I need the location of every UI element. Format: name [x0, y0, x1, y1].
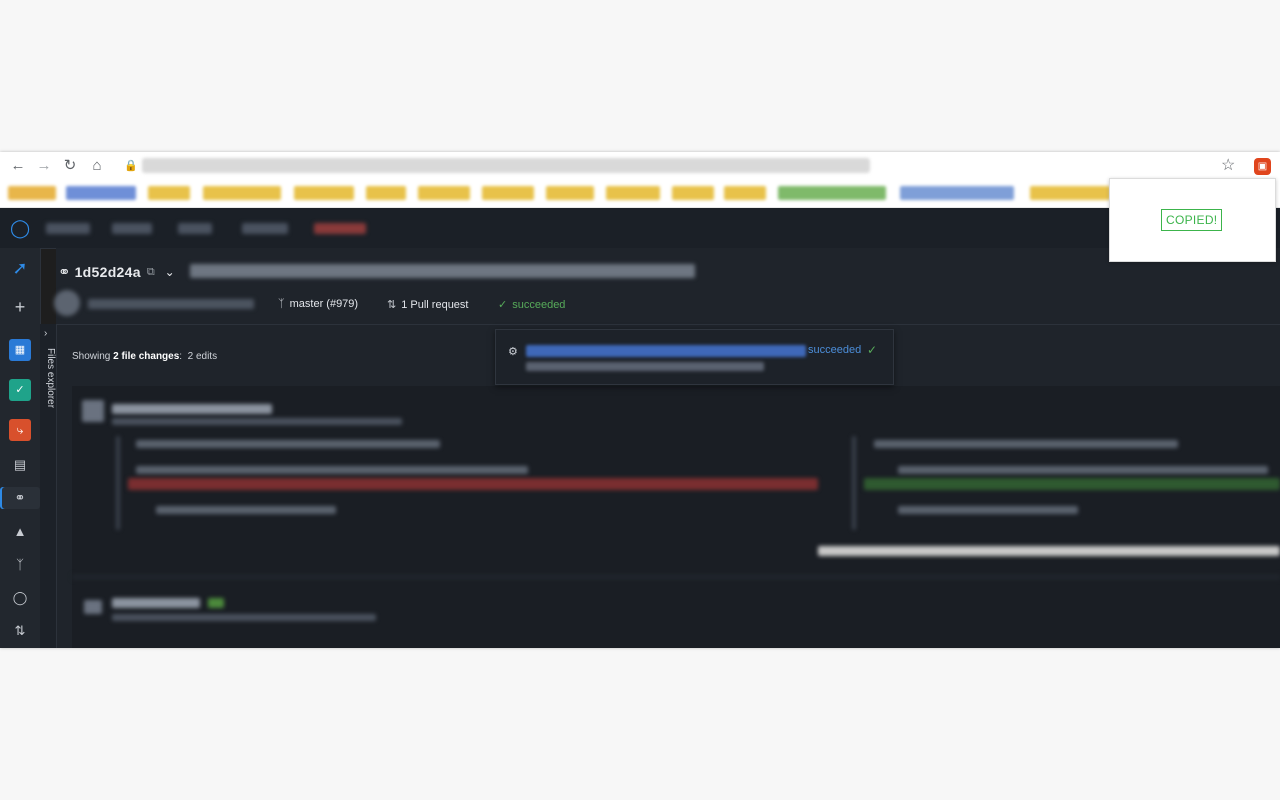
bookmark-item[interactable] — [482, 186, 534, 200]
diff-line-added — [864, 478, 1280, 490]
branches-icon[interactable]: ᛉ — [9, 554, 31, 576]
chevron-down-icon[interactable]: ⌄ — [165, 265, 175, 279]
showing-suffix: : — [179, 351, 183, 362]
file-path — [112, 418, 402, 425]
horizontal-scrollbar[interactable] — [818, 546, 1280, 556]
diff-line — [898, 466, 1268, 474]
file-icon — [84, 600, 102, 614]
diff-line — [898, 506, 1078, 514]
files-explorer-label[interactable]: Files explorer — [45, 348, 56, 408]
plus-icon[interactable]: + — [9, 296, 31, 318]
branch-label: master (#979) — [289, 298, 359, 310]
status-badge — [208, 598, 224, 608]
bookmark-item[interactable] — [900, 186, 1014, 200]
chevron-right-icon[interactable]: › — [44, 328, 47, 339]
pull-request-icon: ⇅ — [387, 299, 397, 311]
bookmarks-bar — [0, 180, 1280, 208]
line-gutter — [852, 436, 856, 530]
azure-devops-logo-icon[interactable]: ◯ — [10, 219, 30, 237]
pushes-icon[interactable]: ▲ — [9, 521, 31, 543]
file-changes-summary: Showing 2 file changes: 2 edits — [72, 351, 217, 362]
commit-title — [190, 264, 695, 278]
bookmark-item[interactable] — [546, 186, 594, 200]
breadcrumb-item[interactable] — [242, 223, 288, 234]
divider — [72, 574, 1280, 580]
diff-line-removed — [128, 478, 818, 490]
left-nav: ➚ + ▦ ✓ ⤷ ▤ ⚭ ▲ ᛉ ◯ ⇅ — [0, 248, 41, 648]
extension-icon[interactable]: ▣ — [1254, 158, 1271, 175]
build-status[interactable]: ✓ succeeded — [498, 298, 566, 312]
home-icon[interactable]: ⌂ — [88, 157, 106, 175]
copy-icon[interactable]: ⧉ — [147, 266, 155, 279]
pull-request-label: 1 Pull request — [401, 298, 469, 311]
breadcrumb-item[interactable] — [46, 223, 90, 234]
copied-message: COPIED! — [1161, 209, 1223, 231]
file-icon — [82, 400, 104, 422]
arrow-right-icon[interactable]: → — [35, 157, 53, 175]
pipeline-icon: ⚙ — [508, 346, 518, 358]
check-icon: ✓ — [867, 343, 878, 357]
address-bar[interactable] — [142, 158, 870, 173]
branch-icon: ᛉ — [278, 298, 285, 310]
divider — [56, 324, 1280, 325]
devops-header: ◯ — [0, 208, 1280, 249]
diff-viewer — [72, 386, 1280, 648]
bookmark-item[interactable] — [294, 186, 354, 200]
pipeline-status-label[interactable]: succeeded — [808, 344, 861, 356]
boards-icon[interactable]: ▦ — [9, 339, 31, 361]
star-icon[interactable]: ☆ — [1221, 157, 1235, 175]
diff-line — [136, 440, 440, 448]
bookmark-item[interactable] — [366, 186, 406, 200]
lock-icon: 🔒 — [124, 160, 138, 172]
bookmark-item[interactable] — [1030, 186, 1110, 200]
showing-prefix: Showing — [72, 351, 111, 362]
file-path — [112, 614, 376, 621]
pull-requests-icon[interactable]: ⇅ — [9, 620, 31, 642]
diff-line — [874, 440, 1178, 448]
bookmark-item[interactable] — [418, 186, 470, 200]
build-status-label: succeeded — [512, 298, 566, 311]
breadcrumb-item[interactable] — [112, 223, 152, 234]
bookmark-item[interactable] — [672, 186, 714, 200]
bookmark-item[interactable] — [606, 186, 660, 200]
file-changes-count: 2 file changes — [113, 351, 180, 362]
diff-line — [156, 506, 336, 514]
pipeline-details — [526, 362, 764, 371]
bookmark-item[interactable] — [724, 186, 766, 200]
diff-line — [136, 466, 528, 474]
bookmark-item[interactable] — [203, 186, 281, 200]
edits-count: 2 edits — [187, 351, 218, 362]
commit-header: ⚭ 1d52d24a ⧉ ⌄ — [58, 260, 175, 284]
arrow-left-icon[interactable]: ← — [9, 157, 27, 175]
branch-link[interactable]: ᛉ master (#979) — [278, 298, 358, 310]
files-icon[interactable]: ▤ — [9, 454, 31, 476]
project-icon[interactable]: ➚ — [9, 257, 31, 279]
tags-icon[interactable]: ◯ — [9, 587, 31, 609]
pull-request-link[interactable]: ⇅ 1 Pull request — [387, 298, 469, 312]
bookmark-item[interactable] — [778, 186, 886, 200]
test-plans-icon[interactable]: ✓ — [9, 379, 31, 401]
repos-icon[interactable]: ⤷ — [9, 419, 31, 441]
bookmark-item[interactable] — [148, 186, 190, 200]
commit-id: 1d52d24a — [74, 264, 141, 280]
breadcrumb-item[interactable] — [314, 223, 366, 234]
reload-icon[interactable]: ↻ — [61, 157, 79, 175]
line-gutter — [116, 436, 120, 530]
browser-toolbar: ← → ↻ ⌂ 🔒 ☆ ▣ — [0, 152, 1280, 181]
bookmark-item[interactable] — [66, 186, 136, 200]
breadcrumb-item[interactable] — [178, 223, 212, 234]
file-name[interactable] — [112, 598, 200, 608]
bookmark-item[interactable] — [8, 186, 56, 200]
pipeline-name-link[interactable] — [526, 345, 806, 357]
file-name[interactable] — [112, 404, 272, 414]
author-name — [88, 299, 254, 309]
pipeline-status-popup: ⚙ succeeded ✓ — [495, 329, 894, 385]
browser-window: ← → ↻ ⌂ 🔒 ☆ ▣ ◯ ➚ + ▦ ✓ ⤷ ▤ ⚭ ▲ ᛉ ◯ ⇅ ⚭ … — [0, 152, 1280, 648]
check-icon: ✓ — [498, 299, 508, 311]
commits-icon[interactable]: ⚭ — [0, 487, 40, 509]
avatar — [54, 290, 80, 316]
commit-icon: ⚭ — [58, 264, 71, 281]
